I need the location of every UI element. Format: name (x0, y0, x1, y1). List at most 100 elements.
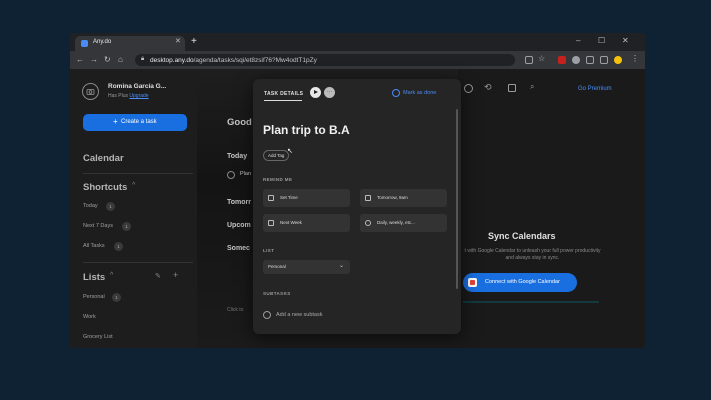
tomorrow-section: Tomorr (227, 199, 251, 206)
plan-text: Has Plus (108, 93, 129, 99)
extensions-puzzle-icon[interactable] (572, 56, 580, 64)
shortcuts-heading[interactable]: Shortcuts (83, 182, 127, 193)
profile-avatar-icon[interactable] (614, 56, 622, 64)
list-label: LIST (263, 248, 275, 253)
subtasks-label: SUBTASKS (263, 291, 291, 296)
clock-icon (268, 195, 274, 201)
remind-me-label: REMIND ME (263, 177, 293, 182)
browser-toolbar: ← → ↻ ⌂ 🔒︎ desktop.any.do/agenda/tasks/s… (70, 51, 645, 69)
task-fragment[interactable]: Plan (240, 171, 251, 177)
list-select[interactable]: Personal ⌄ (263, 260, 350, 274)
settings-icon[interactable] (464, 84, 473, 93)
remind-next-week[interactable]: Next Week (263, 214, 350, 232)
camera-icon (86, 89, 95, 95)
close-window-icon[interactable]: ✕ (622, 36, 629, 45)
add-tag-button[interactable]: Add Tag (263, 150, 290, 161)
count-badge: 1 (122, 222, 131, 231)
sidebar-divider (83, 173, 193, 174)
sidebar-item-personal[interactable]: Personal (83, 294, 105, 300)
sync-description: t with Google Calendar to unleash your f… (464, 248, 601, 261)
count-badge: 1 (114, 242, 123, 251)
sync-icon[interactable]: ⟲ (484, 82, 492, 93)
someday-section: Somec (227, 245, 250, 252)
remind-set-time[interactable]: Set Time (263, 189, 350, 207)
tab-close-icon[interactable]: ✕ (175, 37, 181, 45)
lists-heading[interactable]: Lists (83, 272, 105, 283)
upcoming-section: Upcom (227, 222, 251, 229)
sidebar-item-today[interactable]: Today (83, 203, 98, 209)
sidebar: Romina García G... Has Plus Upgrade + Cr… (70, 69, 197, 348)
user-avatar[interactable] (82, 83, 99, 100)
lock-icon: 🔒︎ (141, 56, 145, 62)
bookmark-star-icon[interactable]: ☆ (538, 54, 545, 63)
remind-recurring[interactable]: Daily, weekly, etc... (360, 214, 447, 232)
side-panel-icon[interactable] (600, 56, 608, 64)
url-host: desktop.any.do (150, 56, 194, 64)
add-subtask-input[interactable]: Add a new subtask (276, 312, 322, 318)
maximize-icon[interactable]: ☐ (598, 36, 605, 45)
right-panel: ⟲ ⌕ Go Premium Sync Calendars t with Goo… (458, 69, 645, 348)
browser-menu-icon[interactable]: ⋮ (631, 54, 639, 63)
count-badge: 1 (106, 202, 115, 211)
lists-collapse-icon[interactable]: ^ (110, 272, 113, 279)
modal-scrollbar[interactable] (456, 109, 458, 289)
connect-google-calendar-button[interactable]: Connect with Google Calendar (463, 273, 577, 292)
mark-as-done-button[interactable]: Mark as done (403, 90, 436, 96)
url-text: desktop.any.do/agenda/tasks/sqi/et8zsif7… (150, 57, 317, 64)
anydo-favicon-icon (81, 40, 88, 47)
edit-pencil-icon[interactable]: ✎ (155, 272, 161, 280)
option-label: Tomorrow, 9am (377, 195, 408, 200)
plus-icon: + (113, 117, 118, 126)
connect-label: Connect with Google Calendar (485, 279, 560, 285)
task-checkbox-icon[interactable] (227, 171, 235, 179)
user-plan: Has Plus Upgrade (108, 93, 149, 99)
home-icon[interactable]: ⌂ (118, 55, 123, 64)
browser-titlebar: Any.do ✕ + – ☐ ✕ (70, 33, 645, 51)
today-section: Today (227, 153, 248, 160)
browser-window: Any.do ✕ + – ☐ ✕ ← → ↻ ⌂ 🔒︎ desktop.any.… (70, 33, 645, 348)
subtask-add-icon[interactable] (263, 311, 271, 319)
calendar-icon (365, 195, 371, 201)
task-title[interactable]: Plan trip to B.A (263, 123, 350, 137)
go-premium-link[interactable]: Go Premium (578, 86, 612, 92)
user-name[interactable]: Romina García G... (108, 83, 166, 90)
count-badge: 1 (112, 293, 121, 302)
tab-underline (264, 100, 302, 101)
option-label: Daily, weekly, etc... (377, 220, 415, 225)
calendar-nav[interactable]: Calendar (83, 153, 124, 164)
forward-icon[interactable]: → (90, 55, 98, 64)
url-path: /agenda/tasks/sqi/et8zsif76?Mw4odtT1pZy (193, 56, 317, 64)
add-task-input[interactable]: Click to (227, 307, 243, 313)
sidebar-item-work[interactable]: Work (83, 314, 96, 320)
back-icon[interactable]: ← (76, 55, 84, 64)
create-task-button[interactable]: + Create a task (83, 114, 187, 131)
google-calendar-icon (468, 278, 477, 287)
layout-icon[interactable] (508, 84, 516, 92)
reload-icon[interactable]: ↻ (104, 55, 111, 64)
share-icon[interactable] (525, 56, 533, 64)
extension-red-icon[interactable] (558, 56, 566, 64)
sidebar-item-next-7-days[interactable]: Next 7 Days (83, 223, 113, 229)
add-list-icon[interactable]: + (173, 270, 178, 280)
reading-list-icon[interactable] (586, 56, 594, 64)
list-value: Personal (268, 264, 286, 269)
repeat-icon (365, 220, 371, 226)
play-icon[interactable] (310, 87, 321, 98)
new-tab-icon[interactable]: + (191, 37, 197, 47)
sync-divider (463, 301, 599, 303)
more-options-icon[interactable]: ··· (324, 87, 335, 98)
remind-tomorrow[interactable]: Tomorrow, 9am (360, 189, 447, 207)
browser-tab[interactable]: Any.do ✕ (75, 36, 185, 51)
sidebar-item-all-tasks[interactable]: All Tasks (83, 243, 105, 249)
sidebar-item-grocery-list[interactable]: Grocery List (83, 334, 113, 340)
chevron-down-icon: ⌄ (339, 263, 345, 269)
greeting: Good (227, 117, 252, 128)
mouse-cursor-icon: ↖ (287, 148, 293, 155)
tab-task-details[interactable]: TASK DETAILS (264, 91, 303, 97)
shortcuts-collapse-icon[interactable]: ^ (132, 182, 135, 189)
address-bar[interactable]: 🔒︎ desktop.any.do/agenda/tasks/sqi/et8zs… (135, 54, 515, 66)
upgrade-link[interactable]: Upgrade (129, 93, 148, 99)
search-icon[interactable]: ⌕ (530, 82, 534, 92)
minimize-icon[interactable]: – (576, 36, 580, 45)
check-circle-icon[interactable] (392, 89, 400, 97)
